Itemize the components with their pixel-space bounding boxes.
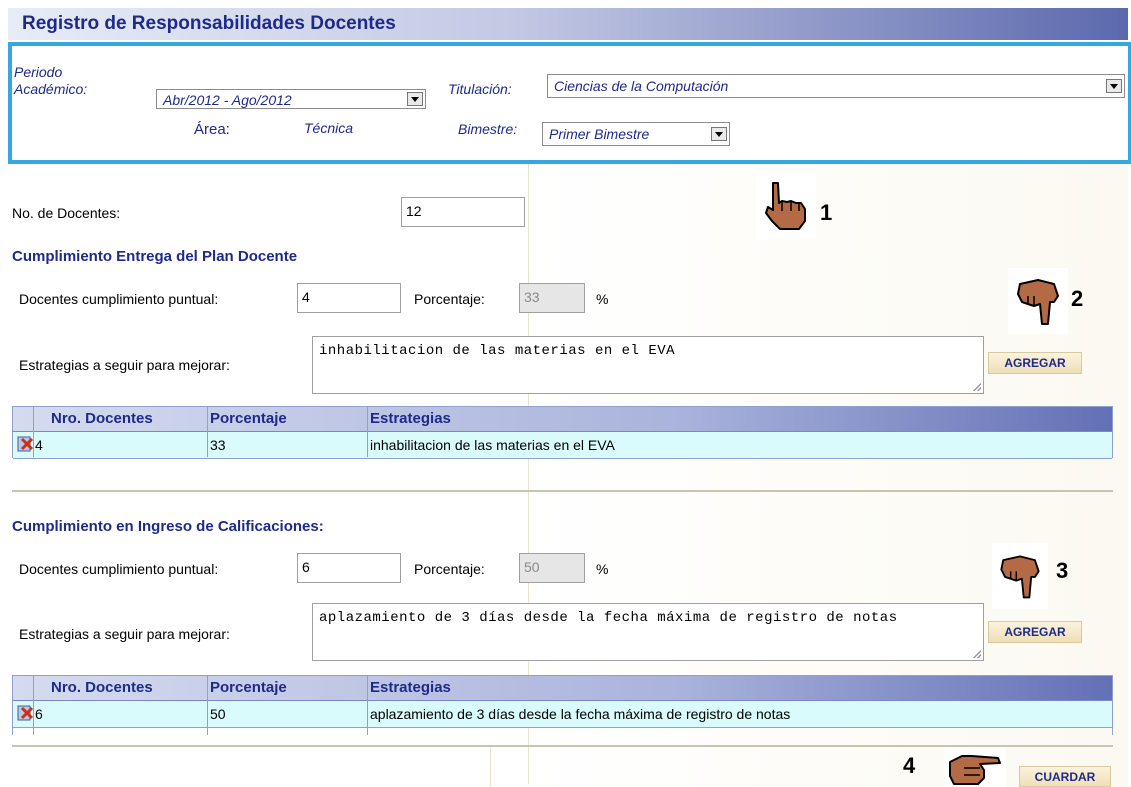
column-divider xyxy=(367,407,368,457)
plan-porcentaje-label: Porcentaje: xyxy=(414,291,485,307)
titulacion-value: Ciencias de la Computación xyxy=(554,78,729,94)
column-divider xyxy=(207,676,208,735)
percent-sign: % xyxy=(596,291,609,307)
cell-docentes: 6 xyxy=(35,706,43,722)
calif-add-button[interactable]: AGREGAR xyxy=(988,621,1082,643)
table-header: Nro. Docentes Porcentaje Estrategias xyxy=(13,407,1112,432)
column-header: Porcentaje xyxy=(210,410,287,427)
column-divider xyxy=(367,676,368,735)
section-divider xyxy=(12,745,1113,747)
plan-cumplimiento-input[interactable]: 4 xyxy=(297,283,401,313)
chevron-down-icon[interactable] xyxy=(1106,79,1122,93)
docentes-input[interactable]: 12 xyxy=(401,197,525,227)
calif-porcentaje-input: 50 xyxy=(519,553,585,583)
annotation-number: 2 xyxy=(1071,286,1084,311)
section-divider xyxy=(12,490,1113,492)
column-header: Nro. Docentes xyxy=(51,679,153,696)
annotation-number: 3 xyxy=(1056,558,1069,583)
save-button[interactable]: CUARDAR xyxy=(1019,766,1111,787)
plan-section-title: Cumplimiento Entrega del Plan Docente xyxy=(12,248,298,265)
periodo-value: Abr/2012 - Ago/2012 xyxy=(163,92,292,108)
calif-porcentaje-label: Porcentaje: xyxy=(414,561,485,577)
plan-estrategias-label: Estrategias a seguir para mejorar: xyxy=(19,357,230,373)
pointing-hand-icon xyxy=(756,173,816,239)
titulacion-label: Titulación: xyxy=(448,81,512,97)
periodo-label: Periodo Académico: xyxy=(14,64,88,97)
annotation-number: 1 xyxy=(820,200,833,225)
calif-table: Nro. Docentes Porcentaje Estrategias 6 5… xyxy=(12,675,1113,735)
column-header: Porcentaje xyxy=(210,679,287,696)
pointing-hand-icon xyxy=(944,748,1006,787)
column-header: Nro. Docentes xyxy=(51,410,153,427)
column-divider xyxy=(33,407,34,457)
cell-estrategia: inhabilitacion de las materias en el EVA xyxy=(370,437,615,453)
table-row[interactable]: 4 33 inhabilitacion de las materias en e… xyxy=(13,432,1112,459)
calif-cumplimiento-input[interactable]: 6 xyxy=(297,553,401,583)
annotation-number: 4 xyxy=(903,753,916,778)
pointing-hand-icon xyxy=(992,543,1048,609)
plan-estrategias-textarea[interactable]: inhabilitacion de las materias en el EVA xyxy=(312,336,984,394)
title-bar: Registro de Responsabilidades Docentes xyxy=(8,8,1128,40)
calificaciones-section-title: Cumplimiento en Ingreso de Calificacione… xyxy=(12,518,324,535)
table-row[interactable]: 6 50 aplazamiento de 3 días desde la fec… xyxy=(13,701,1112,728)
bimestre-label: Bimestre: xyxy=(458,121,518,137)
plan-table: Nro. Docentes Porcentaje Estrategias 4 3… xyxy=(12,406,1113,459)
area-value: Técnica xyxy=(304,120,354,136)
chevron-down-icon[interactable] xyxy=(711,127,727,141)
cell-porcentaje: 33 xyxy=(210,437,226,453)
column-divider xyxy=(207,407,208,457)
chevron-down-icon[interactable] xyxy=(407,92,423,106)
bimestre-value: Primer Bimestre xyxy=(549,126,650,142)
page-title: Registro de Responsabilidades Docentes xyxy=(22,13,396,34)
area-label: Área: xyxy=(194,121,230,138)
cell-porcentaje: 50 xyxy=(210,706,226,722)
filters-panel: Periodo Académico: Abr/2012 - Ago/2012 Á… xyxy=(8,42,1131,164)
pointing-hand-icon xyxy=(1008,268,1068,334)
column-divider xyxy=(33,676,34,735)
column-divider xyxy=(490,747,491,787)
delete-icon[interactable] xyxy=(16,435,34,453)
plan-porcentaje-input: 33 xyxy=(519,283,585,313)
docentes-label: No. de Docentes: xyxy=(12,205,121,221)
percent-sign: % xyxy=(596,561,609,577)
delete-icon[interactable] xyxy=(16,704,34,722)
table-header: Nro. Docentes Porcentaje Estrategias xyxy=(13,676,1112,701)
calif-estrategias-label: Estrategias a seguir para mejorar: xyxy=(19,626,230,642)
calif-estrategias-textarea[interactable]: aplazamiento de 3 días desde la fecha má… xyxy=(312,603,984,661)
plan-cumplimiento-label: Docentes cumplimiento puntual: xyxy=(19,291,219,307)
cell-estrategia: aplazamiento de 3 días desde la fecha má… xyxy=(370,706,791,722)
plan-add-button[interactable]: AGREGAR xyxy=(988,352,1082,374)
periodo-select[interactable]: Abr/2012 - Ago/2012 xyxy=(156,89,426,109)
column-header: Estrategias xyxy=(370,679,451,696)
column-header: Estrategias xyxy=(370,410,451,427)
cell-docentes: 4 xyxy=(35,437,43,453)
titulacion-select[interactable]: Ciencias de la Computación xyxy=(547,74,1125,98)
calif-cumplimiento-label: Docentes cumplimiento puntual: xyxy=(19,561,219,577)
bimestre-select[interactable]: Primer Bimestre xyxy=(542,122,730,146)
